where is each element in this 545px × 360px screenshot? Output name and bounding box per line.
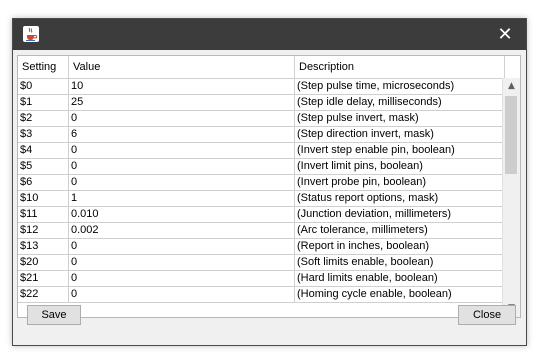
description-cell[interactable]: (Report in inches, boolean): [295, 239, 505, 255]
setting-cell[interactable]: $2: [18, 111, 69, 127]
setting-cell[interactable]: $21: [18, 271, 69, 287]
setting-cell[interactable]: $12: [18, 223, 69, 239]
settings-dialog: ✕ Setting Value Description $0 10 (Step pu…: [12, 18, 527, 346]
setting-cell[interactable]: $0: [18, 79, 69, 95]
description-cell[interactable]: (Step idle delay, milliseconds): [295, 95, 505, 111]
close-icon[interactable]: ✕: [484, 19, 526, 50]
value-cell[interactable]: 0: [69, 255, 295, 271]
scroll-up-icon[interactable]: ▲: [503, 78, 520, 95]
value-cell[interactable]: 0: [69, 287, 295, 303]
description-cell[interactable]: (Invert probe pin, boolean): [295, 175, 505, 191]
column-header-description[interactable]: Description: [295, 56, 505, 78]
table-row[interactable]: $21 0 (Hard limits enable, boolean): [18, 271, 505, 287]
table-row[interactable]: $2 0 (Step pulse invert, mask): [18, 111, 505, 127]
close-button[interactable]: Close: [458, 305, 516, 325]
description-cell[interactable]: (Status report options, mask): [295, 191, 505, 207]
settings-table: Setting Value Description $0 10 (Step puls…: [17, 55, 521, 318]
setting-cell[interactable]: $6: [18, 175, 69, 191]
description-cell[interactable]: (Invert step enable pin, boolean): [295, 143, 505, 159]
value-cell[interactable]: 0: [69, 159, 295, 175]
setting-cell[interactable]: $10: [18, 191, 69, 207]
value-cell[interactable]: 0: [69, 239, 295, 255]
scroll-thumb[interactable]: [505, 96, 517, 174]
setting-cell[interactable]: $13: [18, 239, 69, 255]
table-row[interactable]: $22 0 (Homing cycle enable, boolean): [18, 287, 505, 303]
table-header: Setting Value Description: [18, 56, 505, 79]
setting-cell[interactable]: $3: [18, 127, 69, 143]
description-cell[interactable]: (Arc tolerance, millimeters): [295, 223, 505, 239]
description-cell[interactable]: (Step pulse invert, mask): [295, 111, 505, 127]
java-cup-icon: [23, 26, 39, 42]
description-cell[interactable]: (Hard limits enable, boolean): [295, 271, 505, 287]
table-row[interactable]: $13 0 (Report in inches, boolean): [18, 239, 505, 255]
description-cell[interactable]: (Step pulse time, microseconds): [295, 79, 505, 95]
setting-cell[interactable]: $1: [18, 95, 69, 111]
value-cell[interactable]: 10: [69, 79, 295, 95]
value-cell[interactable]: 6: [69, 127, 295, 143]
table-row[interactable]: $20 0 (Soft limits enable, boolean): [18, 255, 505, 271]
setting-cell[interactable]: $11: [18, 207, 69, 223]
setting-cell[interactable]: $20: [18, 255, 69, 271]
table-body: $0 10 (Step pulse time, microseconds) $1 25(…: [18, 79, 505, 303]
column-header-value[interactable]: Value: [69, 56, 295, 78]
value-cell[interactable]: 0: [69, 143, 295, 159]
value-cell[interactable]: 0: [69, 111, 295, 127]
setting-cell[interactable]: $5: [18, 159, 69, 175]
value-cell[interactable]: 0: [69, 271, 295, 287]
value-cell[interactable]: 25: [69, 95, 295, 111]
value-cell[interactable]: 0.010: [69, 207, 295, 223]
value-cell[interactable]: 1: [69, 191, 295, 207]
table-row[interactable]: $0 10 (Step pulse time, microseconds): [18, 79, 505, 95]
description-cell[interactable]: (Homing cycle enable, boolean): [295, 287, 505, 303]
table-row[interactable]: $1 25 (Step idle delay, milliseconds): [18, 95, 505, 111]
table-row[interactable]: $5 0 (Invert limit pins, boolean): [18, 159, 505, 175]
description-cell[interactable]: (Junction deviation, millimeters): [295, 207, 505, 223]
column-header-setting[interactable]: Setting: [18, 56, 69, 78]
table-row[interactable]: $3 6 (Step direction invert, mask): [18, 127, 505, 143]
setting-cell[interactable]: $22: [18, 287, 69, 303]
description-cell[interactable]: (Soft limits enable, boolean): [295, 255, 505, 271]
table-row[interactable]: $4 0 (Invert step enable pin, boolean): [18, 143, 505, 159]
title-bar[interactable]: ✕: [13, 19, 526, 50]
save-button[interactable]: Save: [27, 305, 81, 325]
table-row[interactable]: $11 0.010 (Junction deviation, millimeters…: [18, 207, 505, 223]
value-cell[interactable]: 0.002: [69, 223, 295, 239]
value-cell[interactable]: 0: [69, 175, 295, 191]
description-cell[interactable]: (Invert limit pins, boolean): [295, 159, 505, 175]
table-row[interactable]: $10 1 (Status report options, mask): [18, 191, 505, 207]
table-row[interactable]: $12 0.002 (Arc tolerance, millimeters): [18, 223, 505, 239]
description-cell[interactable]: (Step direction invert, mask): [295, 127, 505, 143]
table-row[interactable]: $6 0 (Invert probe pin, boolean): [18, 175, 505, 191]
setting-cell[interactable]: $4: [18, 143, 69, 159]
vertical-scrollbar[interactable]: ▲ ▼: [502, 78, 520, 317]
